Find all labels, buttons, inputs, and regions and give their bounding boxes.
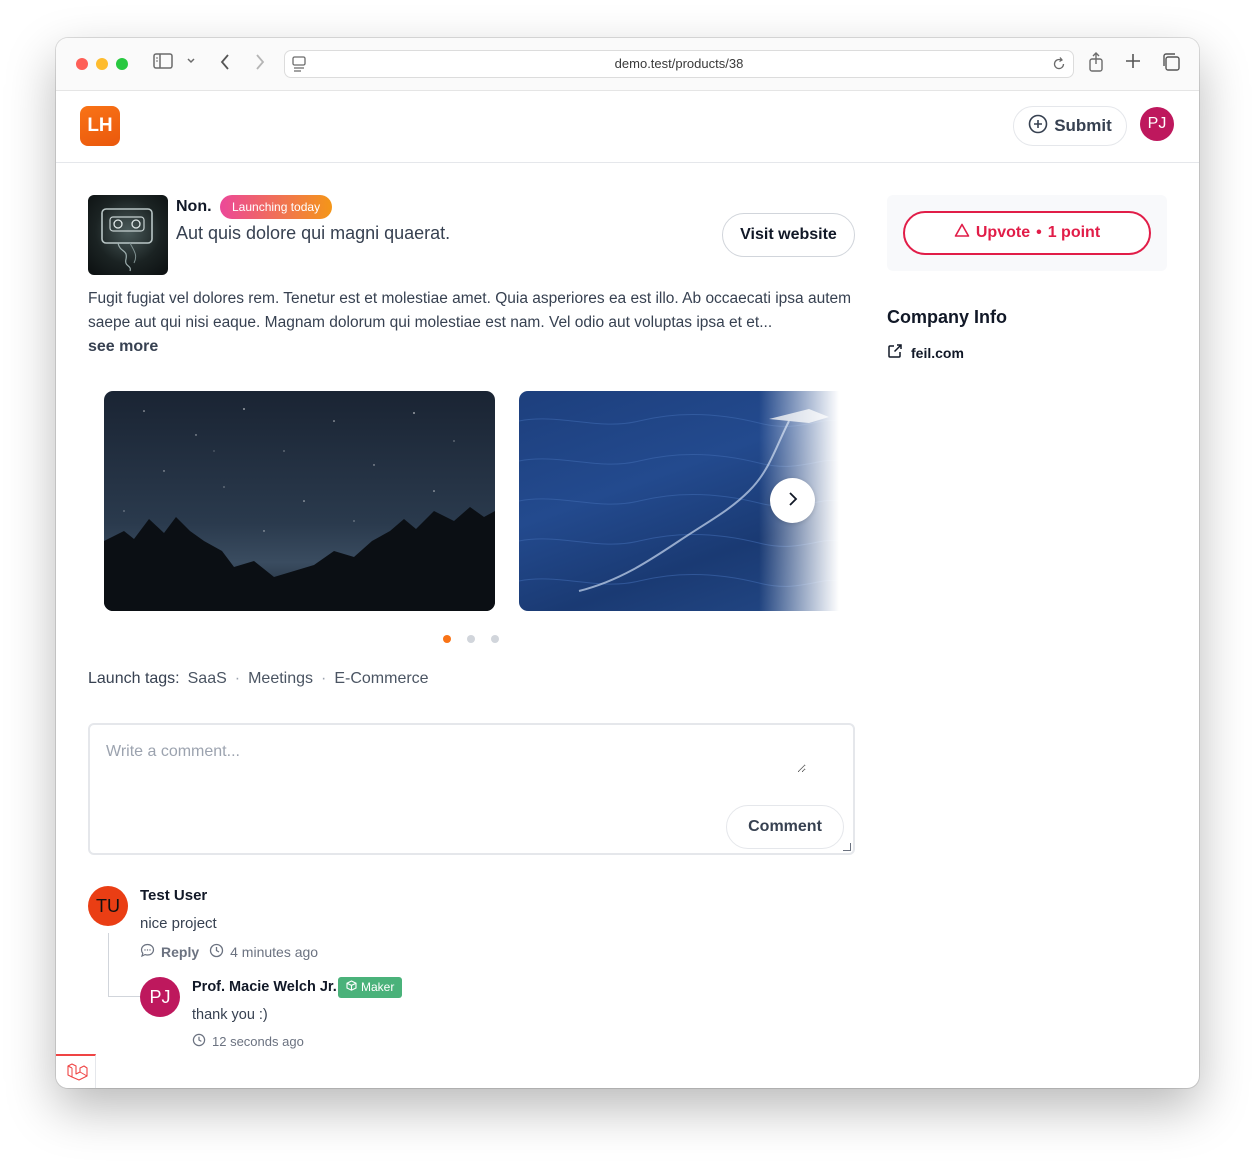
plus-circle-icon xyxy=(1028,114,1048,139)
new-tab-icon[interactable] xyxy=(1125,53,1141,76)
submit-button[interactable]: Submit xyxy=(1013,106,1127,146)
product-thumbnail xyxy=(88,195,168,275)
visit-website-button[interactable]: Visit website xyxy=(722,213,855,257)
upvote-points: 1 point xyxy=(1047,224,1101,241)
clock-icon xyxy=(209,943,224,961)
maker-badge: Maker xyxy=(338,977,403,998)
product-tagline: Aut quis dolore qui magni quaerat. xyxy=(176,223,451,243)
minimize-window-button[interactable] xyxy=(96,58,108,70)
comment-author[interactable]: Test User xyxy=(140,887,207,904)
gallery-next-button[interactable] xyxy=(770,478,815,523)
reply-link[interactable]: Reply xyxy=(161,944,199,960)
logo[interactable]: LH xyxy=(80,106,120,146)
reply-avatar: PJ xyxy=(140,977,180,1017)
company-website-link[interactable]: feil.com xyxy=(887,343,964,362)
url-text[interactable]: demo.test/products/38 xyxy=(285,56,1073,71)
reply-text: thank you :) xyxy=(192,1007,268,1023)
tag-saas[interactable]: SaaS xyxy=(188,670,227,688)
share-icon[interactable] xyxy=(1088,52,1104,79)
comment-form: Comment xyxy=(88,723,855,855)
company-info-title: Company Info xyxy=(887,307,1007,327)
comment-text: nice project xyxy=(140,915,217,932)
browser-toolbar: demo.test/products/38 xyxy=(56,38,1199,91)
tag-separator: · xyxy=(321,670,327,687)
comment-time: 4 minutes ago xyxy=(230,944,319,960)
chat-bubble-icon[interactable] xyxy=(140,943,155,961)
product-name: Non. xyxy=(176,198,212,215)
upvote-card: Upvote • 1 point xyxy=(887,195,1167,271)
comment-button[interactable]: Comment xyxy=(726,805,844,849)
company-link-text[interactable]: feil.com xyxy=(911,345,964,361)
user-avatar[interactable]: PJ xyxy=(1140,107,1174,141)
comment-meta: Reply 4 minutes ago xyxy=(140,943,318,961)
tag-e-commerce[interactable]: E-Commerce xyxy=(334,670,428,688)
submit-label: Submit xyxy=(1054,116,1112,135)
upvote-separator: • xyxy=(1036,224,1042,241)
close-window-button[interactable] xyxy=(76,58,88,70)
forward-icon[interactable] xyxy=(254,53,266,78)
product-description: Fugit fugiat vel dolores rem. Tenetur es… xyxy=(88,290,852,331)
maker-badge-label: Maker xyxy=(361,980,395,994)
gallery-image-night-sky[interactable] xyxy=(104,391,495,611)
chevron-down-icon[interactable] xyxy=(186,53,196,76)
app-header: LH Submit PJ xyxy=(56,91,1199,163)
chevron-right-icon xyxy=(786,492,800,510)
laravel-icon xyxy=(66,1062,88,1087)
see-more-link[interactable]: see more xyxy=(88,338,158,356)
resize-handle[interactable] xyxy=(843,843,851,851)
debugbar-tab[interactable] xyxy=(56,1054,96,1088)
gallery-dot-2[interactable] xyxy=(467,635,475,643)
launching-badge: Launching today xyxy=(220,195,333,219)
box-icon xyxy=(346,977,357,998)
clock-icon xyxy=(192,1033,206,1050)
tabs-icon[interactable] xyxy=(1161,53,1180,78)
launch-tags-label: Launch tags: xyxy=(88,670,180,687)
reply-meta: 12 seconds ago xyxy=(192,1033,304,1050)
reply-author[interactable]: Prof. Macie Welch Jr. xyxy=(192,979,337,995)
address-bar[interactable]: demo.test/products/38 xyxy=(284,50,1074,78)
tag-meetings[interactable]: Meetings xyxy=(248,670,313,688)
launch-tags: Launch tags: SaaS · Meetings · E-Commerc… xyxy=(88,670,429,688)
thread-connector xyxy=(108,933,140,997)
external-link-icon xyxy=(887,343,903,362)
triangle-up-icon xyxy=(954,223,970,243)
sidebar-icon[interactable] xyxy=(153,53,173,76)
reload-icon[interactable] xyxy=(1052,56,1066,77)
gallery-dot-1[interactable] xyxy=(443,635,451,643)
comment-input[interactable] xyxy=(106,743,806,773)
zoom-window-button[interactable] xyxy=(116,58,128,70)
browser-window: demo.test/products/38 LH Submit PJ Non. … xyxy=(56,38,1199,1088)
reply-time: 12 seconds ago xyxy=(212,1034,304,1049)
tag-separator: · xyxy=(234,670,241,687)
gallery-dot-3[interactable] xyxy=(491,635,499,643)
back-icon[interactable] xyxy=(219,53,231,78)
comment-avatar: TU xyxy=(88,886,128,926)
upvote-button[interactable]: Upvote • 1 point xyxy=(903,211,1151,255)
upvote-label: Upvote xyxy=(975,224,1031,241)
